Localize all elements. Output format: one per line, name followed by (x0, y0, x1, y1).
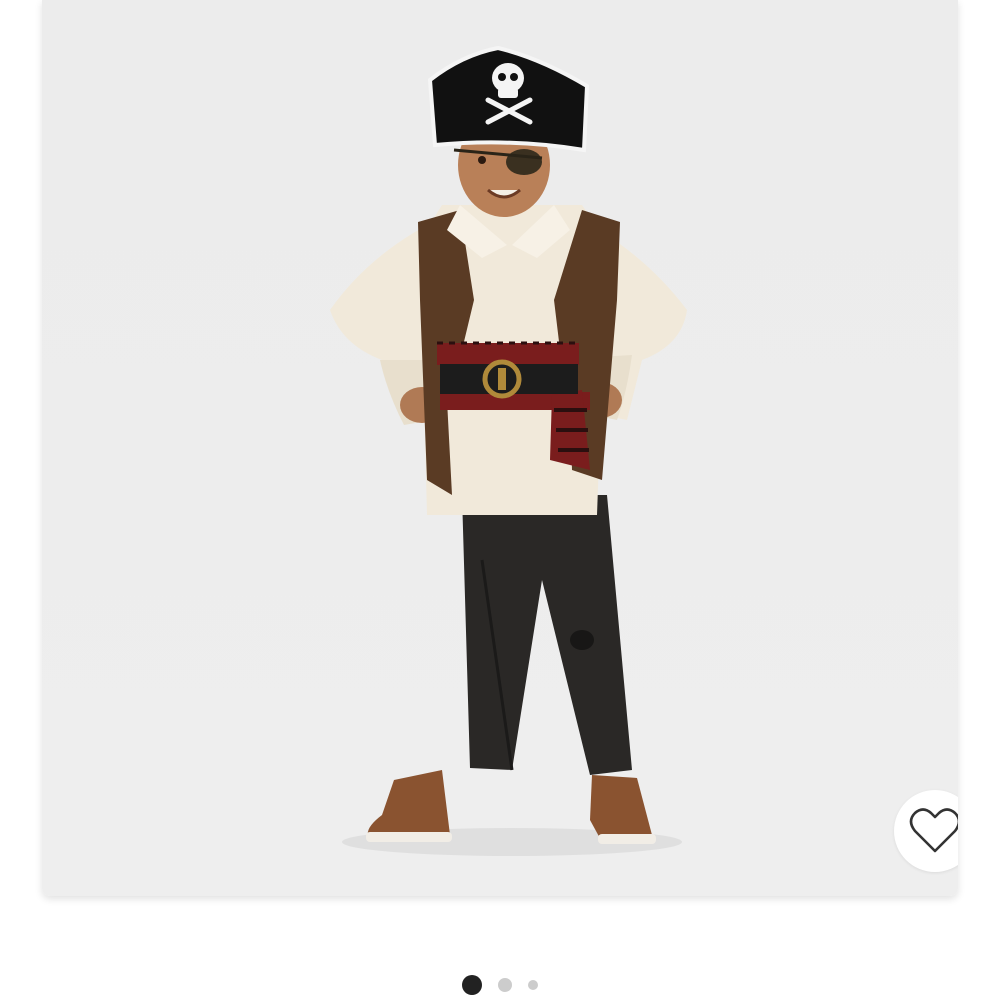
pager-dot-3[interactable] (528, 980, 538, 990)
product-image-card[interactable] (42, 0, 958, 896)
heart-outline-icon (909, 808, 958, 853)
pager-dot-2[interactable] (498, 978, 512, 992)
image-carousel-pager (0, 970, 1000, 1000)
product-gallery-page (0, 0, 1000, 1000)
pager-dot-1[interactable] (462, 975, 482, 995)
product-photo-pirate-costume (330, 45, 687, 856)
